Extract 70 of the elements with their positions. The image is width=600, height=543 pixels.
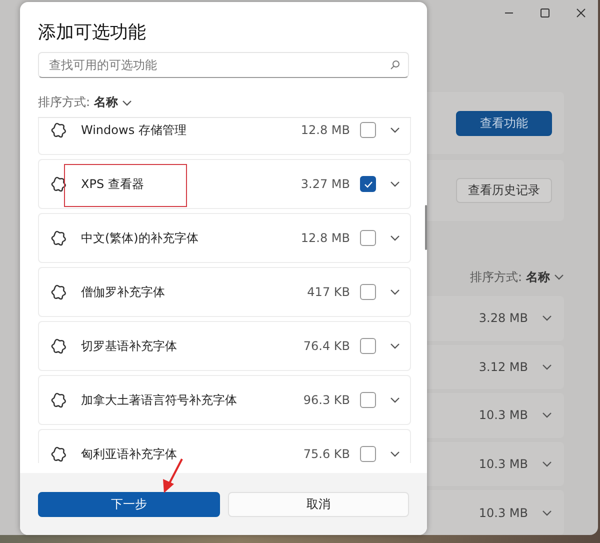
feature-name: XPS 查看器 bbox=[81, 176, 145, 192]
checkbox[interactable] bbox=[360, 338, 376, 354]
chevron-down-icon[interactable] bbox=[390, 235, 400, 241]
feature-size: 10.3 MB bbox=[478, 457, 528, 472]
feature-name: 匈利亚语补充字体 bbox=[81, 446, 178, 462]
sort-value[interactable]: 名称 bbox=[526, 268, 550, 286]
checkmark-icon bbox=[364, 180, 372, 188]
search-field[interactable]: 查找可用的可选功能 bbox=[47, 57, 390, 73]
sort-label: 排序方式: bbox=[470, 268, 522, 286]
checkbox[interactable] bbox=[360, 446, 376, 462]
chevron-down-icon[interactable] bbox=[542, 315, 552, 322]
search-box[interactable]: 查找可用的可选功能 bbox=[38, 52, 409, 78]
chevron-down-icon[interactable] bbox=[122, 100, 132, 106]
cancel-button[interactable]: 取消 bbox=[228, 492, 409, 516]
chevron-down-icon[interactable] bbox=[390, 181, 400, 187]
chevron-down-icon[interactable] bbox=[390, 289, 400, 295]
feature-row[interactable]: 僧伽罗补充字体 417 KB bbox=[38, 267, 411, 317]
checkbox[interactable] bbox=[360, 392, 376, 408]
feature-size: 75.6 KB bbox=[303, 447, 350, 461]
feature-name: 加拿大土著语言符号补充字体 bbox=[81, 392, 238, 408]
scrollbar[interactable] bbox=[425, 205, 427, 250]
dialog-title: 添加可选功能 bbox=[38, 21, 147, 44]
sort-value[interactable]: 名称 bbox=[94, 94, 118, 111]
view-features-button[interactable]: 查看功能 bbox=[456, 110, 552, 136]
gear-icon bbox=[51, 176, 67, 192]
feature-row[interactable]: 匈利亚语补充字体 75.6 KB bbox=[38, 429, 411, 463]
feature-size: 12.8 MB bbox=[300, 231, 350, 245]
gear-icon bbox=[51, 446, 67, 462]
feature-row[interactable]: 切罗基语补充字体 76.4 KB bbox=[38, 321, 411, 371]
gear-icon bbox=[51, 122, 67, 138]
view-history-button[interactable]: 查看历史记录 bbox=[456, 178, 552, 203]
feature-name: 切罗基语补充字体 bbox=[81, 338, 178, 354]
feature-name: 中文(繁体)的补充字体 bbox=[81, 230, 200, 246]
chevron-down-icon[interactable] bbox=[542, 461, 552, 468]
next-button[interactable]: 下一步 bbox=[38, 492, 220, 516]
feature-row[interactable]: Windows 存储管理 12.8 MB bbox=[38, 118, 411, 155]
search-icon[interactable] bbox=[390, 60, 400, 70]
gear-icon bbox=[51, 284, 67, 300]
checkbox[interactable] bbox=[360, 122, 376, 138]
feature-size: 3.12 MB bbox=[478, 360, 528, 374]
feature-size: 417 KB bbox=[307, 285, 350, 299]
feature-size: 3.27 MB bbox=[300, 177, 350, 191]
gear-icon bbox=[51, 392, 67, 408]
checkbox[interactable] bbox=[360, 284, 376, 300]
chevron-down-icon[interactable] bbox=[390, 397, 400, 403]
chevron-down-icon[interactable] bbox=[390, 127, 400, 133]
gear-icon bbox=[51, 338, 67, 354]
feature-row[interactable]: 中文(繁体)的补充字体 12.8 MB bbox=[38, 213, 411, 263]
feature-name: Windows 存储管理 bbox=[81, 122, 188, 138]
chevron-down-icon[interactable] bbox=[542, 510, 552, 516]
feature-size: 10.3 MB bbox=[478, 408, 528, 422]
sort-label: 排序方式: bbox=[38, 94, 90, 111]
chevron-down-icon[interactable] bbox=[390, 451, 400, 457]
chevron-down-icon[interactable] bbox=[542, 364, 552, 370]
feature-size: 10.3 MB bbox=[478, 506, 528, 520]
close-icon[interactable] bbox=[576, 8, 586, 18]
checkbox[interactable] bbox=[360, 230, 376, 246]
feature-name: 僧伽罗补充字体 bbox=[81, 284, 166, 300]
gear-icon bbox=[51, 230, 67, 246]
feature-row[interactable]: 加拿大土著语言符号补充字体 96.3 KB bbox=[38, 375, 411, 425]
chevron-down-icon[interactable] bbox=[554, 274, 564, 280]
feature-size: 3.28 MB bbox=[478, 311, 528, 326]
maximize-icon[interactable] bbox=[540, 8, 550, 18]
feature-row[interactable]: XPS 查看器 3.27 MB bbox=[38, 159, 411, 209]
feature-size: 12.8 MB bbox=[300, 123, 350, 137]
feature-size: 96.3 KB bbox=[303, 393, 350, 407]
checkbox[interactable] bbox=[360, 176, 376, 192]
chevron-down-icon[interactable] bbox=[390, 343, 400, 349]
feature-size: 76.4 KB bbox=[303, 339, 350, 353]
chevron-down-icon[interactable] bbox=[542, 412, 552, 418]
